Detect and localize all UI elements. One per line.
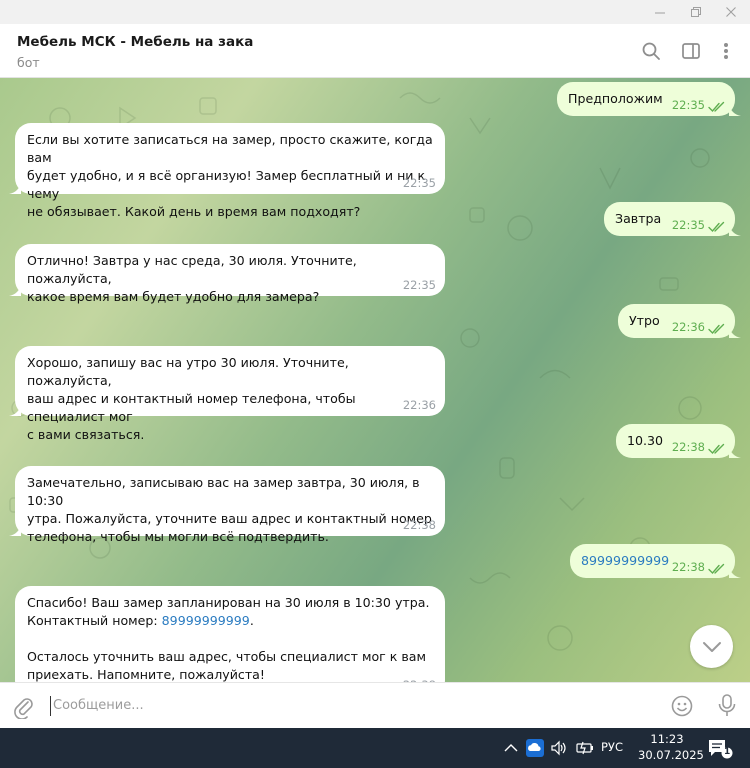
volume-icon[interactable] <box>549 738 569 758</box>
message-time: 22:35 <box>402 278 436 292</box>
bubble-tail <box>729 446 741 458</box>
cloud-icon[interactable] <box>525 738 545 758</box>
paperclip-icon[interactable] <box>12 695 36 720</box>
message-time: 22:38 <box>671 560 705 574</box>
message-text: Отлично! Завтра у нас среда, 30 июля. Ут… <box>27 253 357 304</box>
clock[interactable]: 11:23 30.07.2025 <box>638 731 704 763</box>
outgoing-message[interactable]: Утро 22:36 <box>618 304 741 338</box>
message-time: 22:35 <box>671 98 705 112</box>
message-line: Осталось уточнить ваш адрес, чтобы специ… <box>27 649 427 682</box>
message-input[interactable]: Сообщение... <box>50 696 650 716</box>
incoming-message[interactable]: Хорошо, запишу вас на утро 30 июля. Уточ… <box>9 346 445 442</box>
clock-time: 11:23 <box>650 732 684 746</box>
outgoing-message[interactable]: Завтра 22:35 <box>604 202 741 236</box>
message-composer: Сообщение... <box>0 682 750 728</box>
message-line: Спасибо! Ваш замер запланирован на 30 ию… <box>27 595 430 610</box>
bubble-tail <box>9 404 21 416</box>
scroll-down-button[interactable] <box>690 625 733 668</box>
microphone-icon[interactable] <box>715 693 739 719</box>
message-time: 22:36 <box>402 398 436 412</box>
bubble-tail <box>729 566 741 578</box>
read-check-icon <box>708 221 725 233</box>
clock-date: 30.07.2025 <box>638 748 704 762</box>
search-icon[interactable] <box>638 38 664 64</box>
phone-link[interactable]: 89999999999 <box>162 613 250 628</box>
outgoing-message[interactable]: Предположим 22:35 <box>557 82 741 116</box>
restore-icon[interactable] <box>677 0 715 24</box>
message-text: Спасибо! Ваш замер запланирован на 30 ию… <box>27 594 433 682</box>
emoji-icon[interactable] <box>670 694 694 718</box>
bubble-tail <box>9 284 21 296</box>
message-text: Если вы хотите записаться на замер, прос… <box>27 132 433 219</box>
read-check-icon <box>708 101 725 113</box>
read-check-icon <box>708 323 725 335</box>
chat-area[interactable]: Предположим 22:35 Если вы хотите записатьс… <box>0 78 750 682</box>
bubble-tail <box>729 326 741 338</box>
incoming-message[interactable]: Отлично! Завтра у нас среда, 30 июля. Ут… <box>9 244 445 304</box>
message-line: Контактный номер: <box>27 613 162 628</box>
input-language[interactable]: РУС <box>601 740 623 754</box>
minimize-icon[interactable] <box>641 0 679 24</box>
message-text: Замечательно, записываю вас на замер зав… <box>27 475 432 544</box>
message-time: 22:36 <box>671 320 705 334</box>
os-taskbar: РУС 11:23 30.07.2025 1 <box>0 728 750 768</box>
chat-title[interactable]: Мебель МСК - Мебель на зака <box>17 34 253 50</box>
message-time: 22:35 <box>402 176 436 190</box>
bubble-tail <box>9 524 21 536</box>
chat-subtitle: бот <box>17 55 40 70</box>
message-time: 22:38 <box>671 440 705 454</box>
bubble-tail <box>729 104 741 116</box>
read-check-icon <box>708 563 725 575</box>
outgoing-message[interactable]: 89999999999 22:38 <box>570 544 741 578</box>
chevron-down-icon <box>702 641 721 652</box>
message-time: 22:35 <box>671 218 705 232</box>
more-vertical-icon[interactable] <box>713 38 739 64</box>
message-text: Хорошо, запишу вас на утро 30 июля. Уточ… <box>27 355 356 442</box>
outgoing-message[interactable]: 10.30 22:38 <box>616 424 741 458</box>
notification-count: 1 <box>724 747 731 757</box>
message-punct: . <box>249 613 254 628</box>
message-time: 22:38 <box>402 518 436 532</box>
notification-center-icon[interactable]: 1 <box>707 737 733 759</box>
read-check-icon <box>708 443 725 455</box>
chat-header: Мебель МСК - Мебель на зака бот <box>0 24 750 78</box>
bubble-tail <box>729 224 741 236</box>
battery-plug-icon[interactable] <box>575 738 595 758</box>
incoming-message[interactable]: Если вы хотите записаться на замер, прос… <box>9 123 445 219</box>
incoming-message[interactable]: Спасибо! Ваш замер запланирован на 30 ию… <box>15 586 445 682</box>
chevron-up-icon[interactable] <box>501 738 521 758</box>
window-titlebar <box>0 0 750 24</box>
incoming-message[interactable]: Замечательно, записываю вас на замер зав… <box>9 466 445 544</box>
sidebar-toggle-icon[interactable] <box>678 38 704 64</box>
close-icon[interactable] <box>712 0 750 24</box>
bubble-tail <box>9 182 21 194</box>
